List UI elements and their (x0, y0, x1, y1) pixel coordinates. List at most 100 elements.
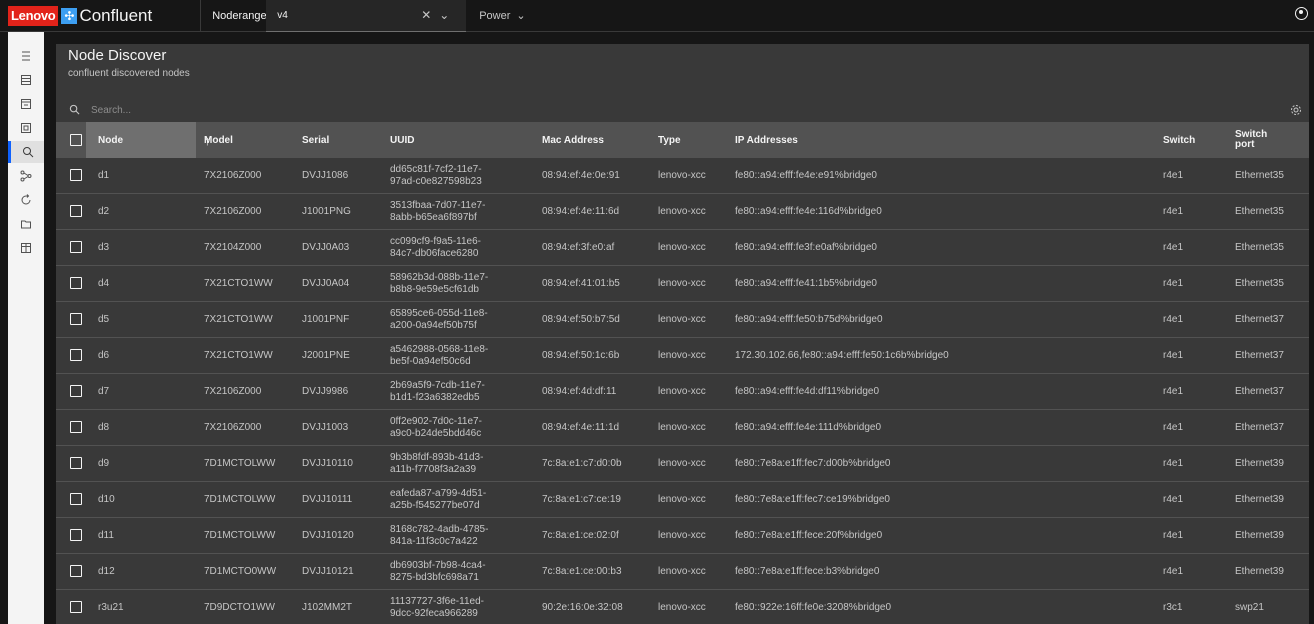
power-menu[interactable]: Power ⌄ (479, 9, 525, 23)
cell-model: 7X2104Z000 (204, 242, 262, 253)
cell-uuid: dd65c81f-7cf2-11e7- 97ad-c0e827598b23 (390, 158, 520, 193)
uuid-line: be5f-0a94ef50c6d (390, 355, 471, 367)
cell-serial: J1001PNF (302, 314, 350, 325)
gear-icon[interactable] (1290, 104, 1302, 116)
table-row[interactable]: d1 7X2106Z000 DVJJ1086 dd65c81f-7cf2-11e7- 9… (56, 158, 1309, 194)
row-checkbox[interactable] (70, 421, 82, 433)
chip-icon[interactable] (8, 117, 44, 139)
uuid-line: 8abb-b65ea6f897bf (390, 211, 477, 223)
cell-model: 7X2106Z000 (204, 386, 262, 397)
column-header-serial[interactable]: Serial (302, 122, 329, 158)
cell-port: Ethernet39 (1235, 566, 1284, 577)
uuid-line: 0ff2e902-7d0c-11e7- (390, 415, 482, 427)
uuid-line: 97ad-c0e827598b23 (390, 175, 482, 187)
column-header-switch-port[interactable]: Switch port (1235, 122, 1267, 158)
cell-node: d7 (98, 386, 110, 397)
table-row[interactable]: d12 7D1MCTO0WW DVJJ10121 db6903bf-7b98-4ca4… (56, 554, 1309, 590)
row-checkbox[interactable] (70, 349, 82, 361)
cell-ip: fe80::7e8a:e1ff:fec7:d00b%bridge0 (735, 458, 891, 469)
table-row[interactable]: d3 7X2104Z000 DVJJ0A03 cc099cf9-f9a5-11e6- 8… (56, 230, 1309, 266)
user-avatar-icon[interactable] (1295, 7, 1308, 20)
grid-icon[interactable] (8, 237, 44, 259)
table-icon[interactable] (8, 69, 44, 91)
row-checkbox[interactable] (70, 493, 82, 505)
cell-model: 7X21CTO1WW (204, 350, 273, 361)
refresh-icon[interactable] (8, 189, 44, 211)
cell-port: Ethernet39 (1235, 458, 1284, 469)
table-row[interactable]: d10 7D1MCTOLWW DVJJ10111 eafeda87-a799-4d51… (56, 482, 1309, 518)
main-panel: Node Discover confluent discovered nodes… (56, 44, 1309, 624)
cell-node: d10 (98, 494, 115, 505)
search-input[interactable] (91, 102, 691, 118)
noderange-combobox[interactable]: v4 ✕ ⌄ (266, 0, 467, 32)
window-icon[interactable] (8, 93, 44, 115)
row-checkbox[interactable] (70, 457, 82, 469)
select-all-checkbox[interactable] (70, 134, 82, 146)
column-header-node[interactable]: Node ↑ (86, 122, 211, 158)
table-row[interactable]: d7 7X2106Z000 DVJJ9986 2b69a5f9-7cdb-11e7- b… (56, 374, 1309, 410)
table-row[interactable]: r3u21 7D9DCTO1WW J102MM2T 11137727-3f6e-11e… (56, 590, 1309, 624)
row-checkbox[interactable] (70, 169, 82, 181)
list-icon[interactable] (8, 45, 44, 67)
table-row[interactable]: d5 7X21CTO1WW J1001PNF 65895ce6-055d-11e8- a… (56, 302, 1309, 338)
clear-icon[interactable]: ✕ (421, 8, 431, 22)
uuid-line: a9c0-b24de5bdd46c (390, 427, 482, 439)
row-checkbox[interactable] (70, 601, 82, 613)
table-row[interactable]: d2 7X2106Z000 J1001PNG 3513fbaa-7d07-11e7- 8… (56, 194, 1309, 230)
top-header: Lenovo ✣ Confluent Noderange v4 ✕ ⌄ Powe… (0, 0, 1314, 32)
uuid-text: 0ff2e902-7d0c-11e7- a9c0-b24de5bdd46c (390, 416, 482, 440)
cell-mac: 7c:8a:e1:ce:00:b3 (542, 566, 622, 577)
row-checkbox[interactable] (70, 385, 82, 397)
chevron-down-icon[interactable]: ⌄ (439, 8, 449, 22)
table-header: Node ↑ Model Serial UUID Mac Address Typ… (56, 122, 1309, 158)
table-row[interactable]: d9 7D1MCTOLWW DVJJ10110 9b3b8fdf-893b-41d3-… (56, 446, 1309, 482)
column-header-switch[interactable]: Switch (1163, 122, 1195, 158)
cell-switch: r4e1 (1163, 278, 1184, 289)
column-header-mac[interactable]: Mac Address (542, 122, 604, 158)
column-header-model[interactable]: Model (204, 122, 233, 158)
row-checkbox[interactable] (70, 277, 82, 289)
column-header-type[interactable]: Type (658, 122, 681, 158)
cell-mac: 08:94:ef:4d:df:11 (542, 386, 617, 397)
folder-icon[interactable] (8, 213, 44, 235)
uuid-text: 9b3b8fdf-893b-41d3- a11b-f7708f3a2a39 (390, 452, 483, 476)
sidebar (0, 32, 44, 624)
cell-ip: fe80::a94:efff:fe4e:116d%bridge0 (735, 206, 882, 217)
cell-switch: r4e1 (1163, 350, 1184, 361)
table-row[interactable]: d8 7X2106Z000 DVJJ1003 0ff2e902-7d0c-11e7- a… (56, 410, 1309, 446)
cell-port: Ethernet35 (1235, 242, 1284, 253)
table-row[interactable]: d11 7D1MCTOLWW DVJJ10120 8168c782-4adb-4785… (56, 518, 1309, 554)
cell-serial: DVJJ0A04 (302, 278, 350, 289)
cell-switch: r4e1 (1163, 314, 1184, 325)
row-checkbox[interactable] (70, 529, 82, 541)
uuid-text: dd65c81f-7cf2-11e7- 97ad-c0e827598b23 (390, 164, 482, 188)
cell-type: lenovo-xcc (658, 350, 706, 361)
cell-ip: fe80::a94:efff:fe4e:e91%bridge0 (735, 170, 877, 181)
row-checkbox[interactable] (70, 313, 82, 325)
cell-port: Ethernet37 (1235, 422, 1284, 433)
cell-uuid: 0ff2e902-7d0c-11e7- a9c0-b24de5bdd46c (390, 410, 520, 445)
column-header-uuid[interactable]: UUID (390, 122, 414, 158)
cell-port: Ethernet35 (1235, 170, 1284, 181)
cell-node: d2 (98, 206, 110, 217)
cell-uuid: a5462988-0568-11e8- be5f-0a94ef50c6d (390, 338, 520, 373)
uuid-line: 3513fbaa-7d07-11e7- (390, 199, 486, 211)
cell-port: Ethernet37 (1235, 314, 1284, 325)
cell-switch: r3c1 (1163, 602, 1183, 613)
table-row[interactable]: d6 7X21CTO1WW J2001PNE a5462988-0568-11e8- b… (56, 338, 1309, 374)
cell-node: d6 (98, 350, 110, 361)
row-checkbox[interactable] (70, 241, 82, 253)
row-checkbox[interactable] (70, 205, 82, 217)
discover-icon[interactable] (8, 141, 44, 163)
table-row[interactable]: d4 7X21CTO1WW DVJJ0A04 58962b3d-088b-11e7- b… (56, 266, 1309, 302)
cell-mac: 90:2e:16:0e:32:08 (542, 602, 623, 613)
cell-type: lenovo-xcc (658, 422, 706, 433)
network-icon[interactable] (8, 165, 44, 187)
brand[interactable]: Lenovo ✣ Confluent (0, 0, 152, 32)
cell-serial: DVJJ1086 (302, 170, 349, 181)
row-checkbox[interactable] (70, 565, 82, 577)
cell-uuid: db6903bf-7b98-4ca4- 8275-bd3bfc698a71 (390, 554, 520, 589)
column-header-ip[interactable]: IP Addresses (735, 122, 798, 158)
cell-mac: 08:94:ef:4e:11:6d (542, 206, 620, 217)
cell-ip: fe80::a94:efff:fe50:b75d%bridge0 (735, 314, 883, 325)
